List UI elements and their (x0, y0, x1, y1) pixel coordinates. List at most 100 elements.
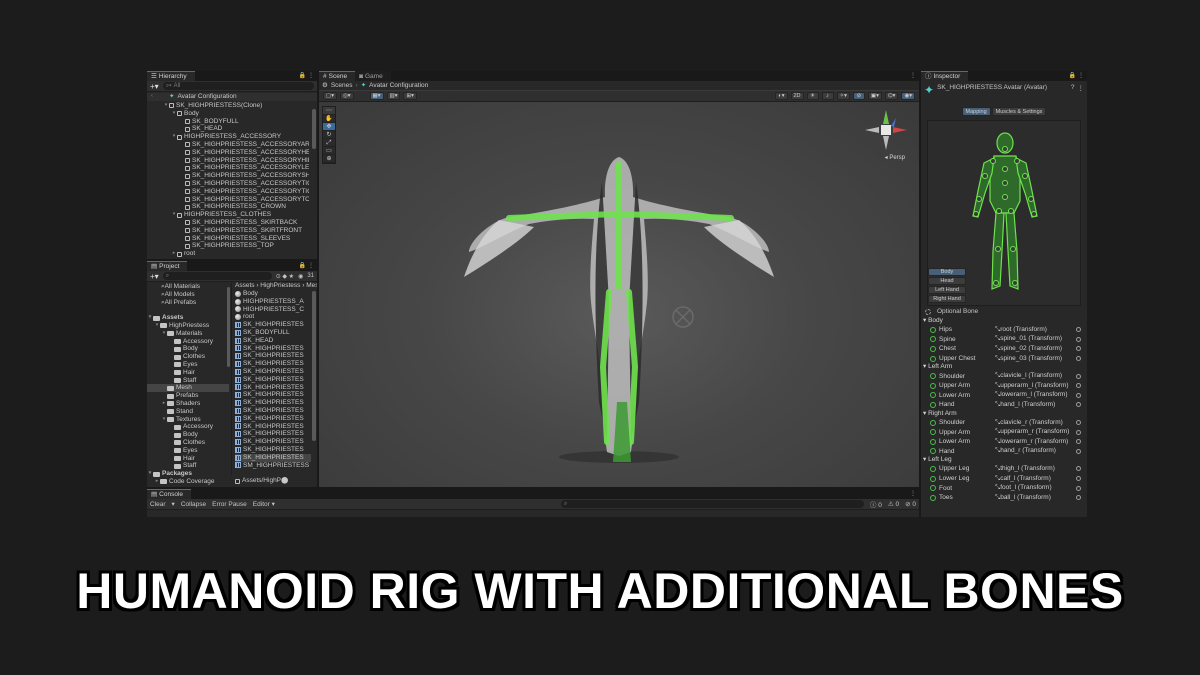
project-folder-item[interactable]: ▾ Materials (147, 330, 229, 338)
project-folder-item[interactable]: Hair (147, 455, 229, 463)
tab-console[interactable]: ▤ Console (147, 489, 192, 499)
favorite-item[interactable]: ⌕ All Models (147, 291, 229, 299)
breadcrumb-item[interactable]: HighPriestess (260, 282, 300, 289)
asset-item[interactable]: SK_HIGHPRIESTES (235, 360, 311, 368)
hierarchy-item[interactable]: SK_HIGHPRIESTESS_SKIRTBACK (163, 219, 309, 227)
collapse-button[interactable]: Collapse (181, 501, 206, 508)
project-folder-item[interactable]: ▾ HighPriestess (147, 322, 229, 330)
object-picker-icon[interactable] (1076, 476, 1081, 482)
object-picker-icon[interactable] (1076, 485, 1081, 491)
tab-hierarchy[interactable]: ☰ Hierarchy (147, 71, 195, 81)
console-search-input[interactable]: ⌕ (560, 500, 864, 508)
asset-item[interactable]: SK_HIGHPRIESTES (235, 368, 311, 376)
project-folder-item[interactable]: Staff (147, 377, 229, 385)
panel-menu-icon[interactable]: 🔒 ⋮ (299, 71, 317, 81)
hierarchy-item[interactable]: SK_HIGHPRIESTESS_ACCESSORYTIGH (163, 188, 309, 196)
gizmos-button[interactable]: ⌬▾ (884, 92, 899, 100)
eye-icon[interactable]: ◉ (298, 273, 303, 280)
avatar-model[interactable] (319, 102, 919, 487)
hierarchy-item[interactable]: SK_HIGHPRIESTESS_TOP (163, 242, 309, 250)
effects-button[interactable]: ✧▾ (836, 92, 850, 100)
hierarchy-item[interactable]: SK_HIGHPRIESTESS_ACCESSORYHEAD (163, 149, 309, 157)
add-icon[interactable]: +▾ (150, 82, 159, 91)
hierarchy-item[interactable]: ▾ HIGHPRIESTESS_ACCESSORY (163, 133, 309, 141)
bone-transform-field[interactable]: ⤡clavicle_r (Transform) (995, 419, 1076, 427)
bone-transform-field[interactable]: ⤡spine_01 (Transform) (995, 335, 1076, 343)
bone-transform-field[interactable]: ⤡clavicle_l (Transform) (995, 372, 1076, 380)
body-button[interactable]: Body (928, 268, 966, 276)
project-divider[interactable] (231, 283, 232, 475)
project-folder-item[interactable]: Accessory (147, 423, 229, 431)
add-icon[interactable]: +▾ (150, 272, 159, 281)
bone-transform-field[interactable]: ⤡upperarm_l (Transform) (995, 382, 1076, 390)
project-folder-item[interactable]: Prefabs (147, 392, 229, 400)
project-folder-item[interactable]: Accessory (147, 338, 229, 346)
object-picker-icon[interactable] (1076, 402, 1081, 408)
clear-dropdown-icon[interactable]: ▾ (172, 500, 175, 508)
project-folder-item[interactable]: Clothes (147, 353, 229, 361)
tab-game[interactable]: ◙ Game (355, 71, 391, 81)
asset-item[interactable]: SK_HIGHPRIESTES (235, 446, 311, 454)
draw-mode-button[interactable]: ▢▾ (323, 92, 337, 100)
hierarchy-item[interactable]: SK_BODYFULL (163, 118, 309, 126)
grid-snap-button[interactable]: ▦▾ (369, 92, 384, 100)
project-folder-item[interactable]: ▾ Assets (147, 314, 229, 322)
hierarchy-item[interactable]: SK_HIGHPRIESTESS_ACCESSORYARM (163, 141, 309, 149)
bone-transform-field[interactable]: ⤡spine_02 (Transform) (995, 345, 1076, 353)
asset-item[interactable]: root (235, 313, 311, 321)
tab-mapping[interactable]: Mapping (961, 107, 991, 116)
asset-item[interactable]: Body (235, 290, 311, 298)
bone-transform-field[interactable]: ⤡calf_l (Transform) (995, 475, 1076, 483)
hierarchy-item[interactable]: SK_HIGHPRIESTESS_ACCESSORYTORS (163, 196, 309, 204)
project-folder-item[interactable]: Clothes (147, 439, 229, 447)
2d-toggle-button[interactable]: 2D (790, 92, 804, 100)
right-hand-button[interactable]: Right Hand (928, 295, 966, 303)
tab-scene[interactable]: # Scene (319, 71, 356, 81)
project-folder-item[interactable]: Eyes (147, 361, 229, 369)
hierarchy-item[interactable]: ▾ HIGHPRIESTESS_CLOTHES (163, 211, 309, 219)
camera-button[interactable]: ▣▾ (867, 92, 882, 100)
settings-icon[interactable]: ⋮ (1078, 84, 1085, 92)
hierarchy-item[interactable]: SK_HIGHPRIESTESS_SLEEVES (163, 235, 309, 243)
bone-group-header[interactable]: ▾ Right Arm (921, 410, 1087, 418)
shading-button[interactable]: ◐▾ (775, 92, 788, 100)
project-folder-item[interactable]: ▸ Code Coverage (147, 478, 229, 486)
object-picker-icon[interactable] (1076, 495, 1081, 501)
object-picker-icon[interactable] (1076, 429, 1081, 435)
scene-viewport[interactable]: ⋯ ✋ ✥ ↻ ⤢ ▭ ⊕ ◂ Persp (319, 102, 919, 487)
favorite-item[interactable]: ⌕ All Materials (147, 283, 229, 291)
asset-item[interactable]: SK_BODYFULL (235, 329, 311, 337)
project-folder-item[interactable]: ▾ Textures (147, 416, 229, 424)
project-folder-item[interactable]: Body (147, 431, 229, 439)
asset-item[interactable]: SK_HIGHPRIESTES (235, 352, 311, 360)
asset-item[interactable]: HIGHPRIESTESS_C (235, 306, 311, 314)
avatar-body-map[interactable]: Body Head Left Hand Right Hand (927, 120, 1081, 306)
object-picker-icon[interactable] (1076, 346, 1081, 352)
breadcrumb-scenes[interactable]: Scenes (331, 82, 353, 90)
snap-increment-button[interactable]: ▥▾ (386, 92, 401, 100)
panel-menu-icon[interactable]: 🔒 ⋮ (299, 261, 317, 271)
project-folder-item[interactable]: ▸ Shaders (147, 400, 229, 408)
bone-transform-field[interactable]: ⤡root (Transform) (995, 326, 1076, 334)
help-icon[interactable]: ? (1071, 84, 1075, 91)
asset-item[interactable]: SK_HIGHPRIESTES (235, 376, 311, 384)
head-button[interactable]: Head (928, 277, 966, 285)
object-picker-icon[interactable] (1076, 327, 1081, 333)
asset-item[interactable]: SK_HEAD (235, 337, 311, 345)
panel-menu-icon[interactable]: ⋮ (910, 71, 919, 81)
clear-button[interactable]: Clear (150, 501, 166, 508)
hierarchy-item[interactable]: ▾ SK_HIGHPRIESTESS(Clone) (163, 102, 309, 110)
bone-transform-field[interactable]: ⤡hand_r (Transform) (995, 447, 1076, 455)
breadcrumb-item[interactable]: Mesh (306, 282, 317, 289)
hidden-objects-icon[interactable]: ⊘ (852, 92, 865, 100)
panel-menu-icon[interactable]: ⋮ (910, 489, 919, 499)
hierarchy-item[interactable]: SK_HEAD (163, 125, 309, 133)
object-picker-icon[interactable] (1076, 439, 1081, 445)
breadcrumb-item[interactable]: Assets (235, 282, 255, 289)
project-folder-item[interactable]: Eyes (147, 447, 229, 455)
asset-item[interactable]: SK_HIGHPRIESTES (235, 391, 311, 399)
asset-item[interactable]: SK_HIGHPRIESTES (235, 423, 311, 431)
error-pause-button[interactable]: Error Pause (212, 501, 247, 508)
project-folder-item[interactable]: Stand (147, 408, 229, 416)
error-count[interactable]: ⊘ 0 (905, 500, 916, 508)
